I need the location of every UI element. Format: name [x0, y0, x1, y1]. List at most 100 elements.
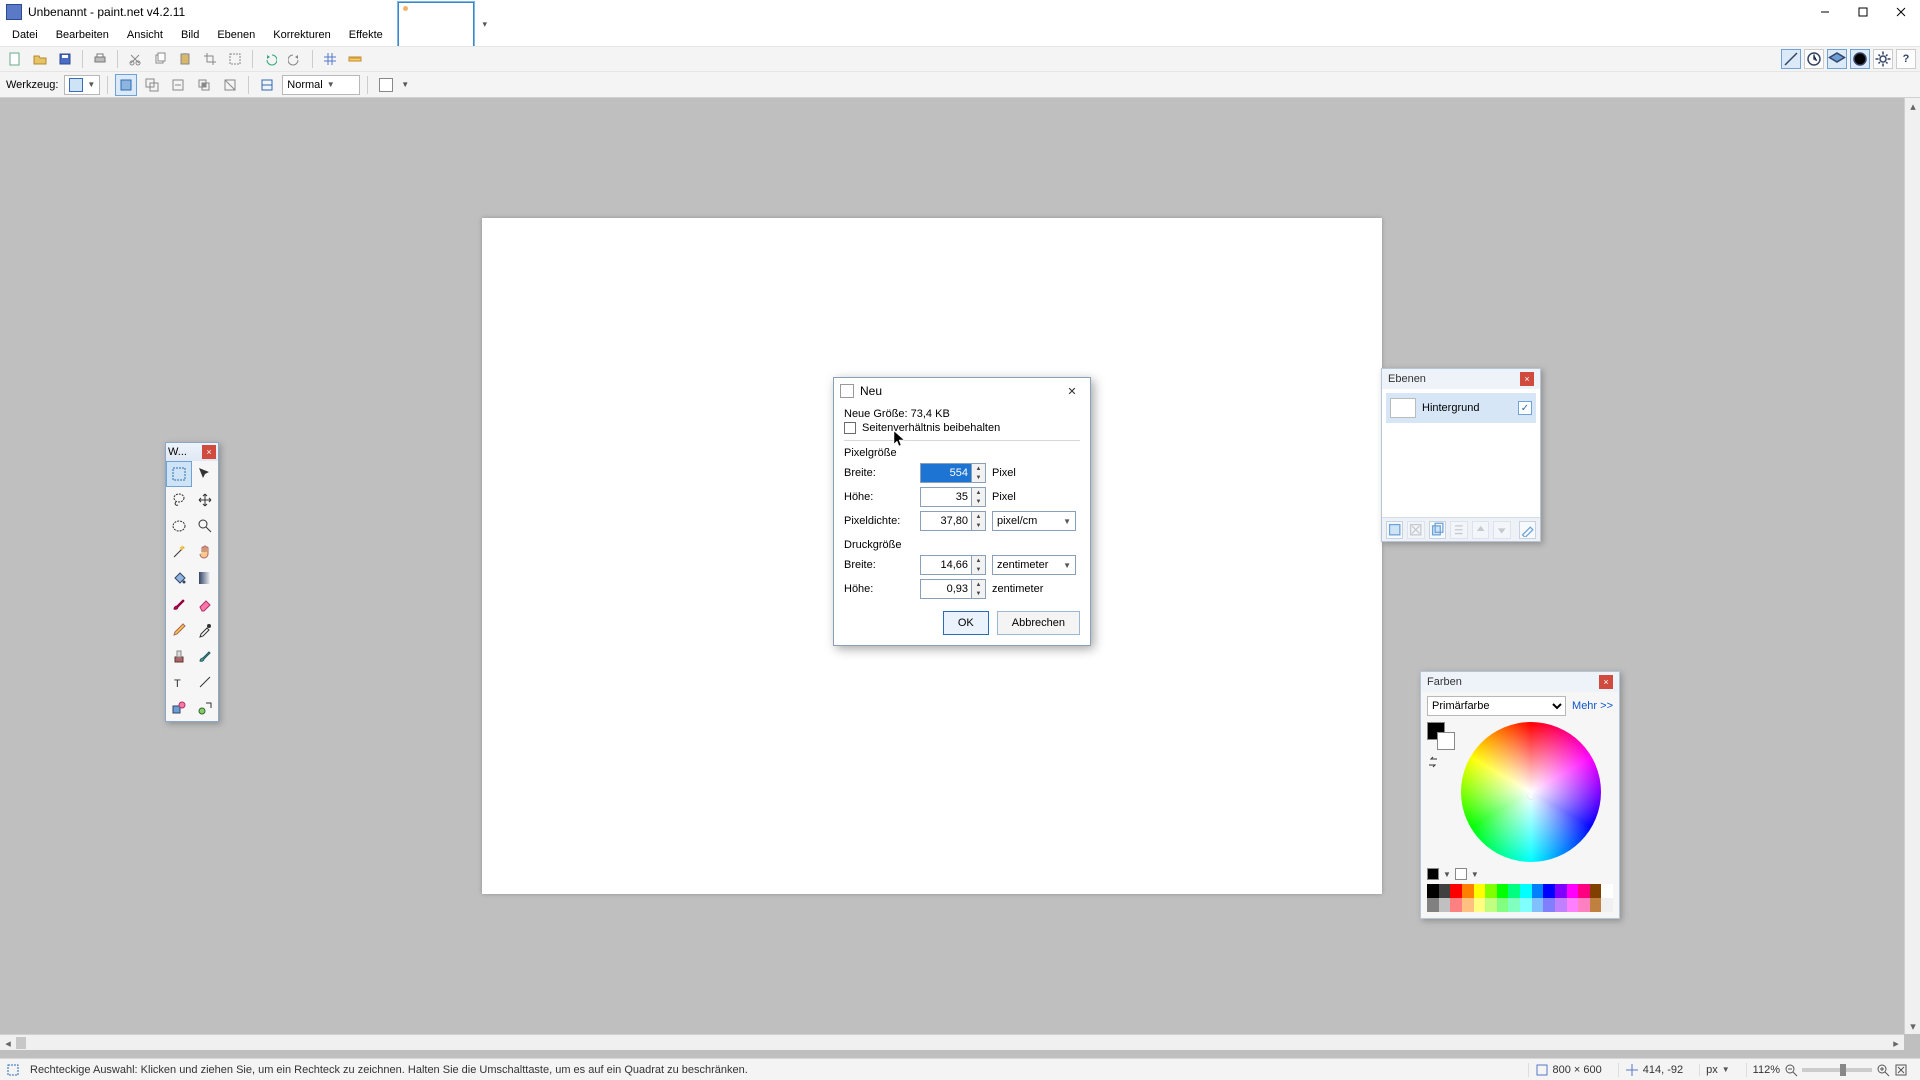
- color-mode-select[interactable]: Primärfarbe: [1427, 696, 1566, 716]
- close-button[interactable]: [1882, 1, 1920, 23]
- fill-swatch[interactable]: [375, 74, 397, 96]
- tool-fill[interactable]: [166, 565, 192, 591]
- cut-button[interactable]: [124, 48, 146, 70]
- palette-swatch[interactable]: [1462, 898, 1474, 912]
- settings-icon[interactable]: [1873, 49, 1893, 69]
- ok-button[interactable]: OK: [943, 611, 989, 635]
- palette-swatch[interactable]: [1520, 884, 1532, 898]
- colors-header[interactable]: Farben ×: [1421, 672, 1619, 692]
- palette-swatch[interactable]: [1497, 898, 1509, 912]
- palette-swatch[interactable]: [1555, 884, 1567, 898]
- menu-ansicht[interactable]: Ansicht: [119, 27, 171, 43]
- dialog-header[interactable]: Neu ✕: [834, 378, 1090, 404]
- palette-swatch[interactable]: [1578, 898, 1590, 912]
- vertical-scrollbar[interactable]: ▴ ▾: [1904, 98, 1920, 1034]
- mini-dropdown-icon[interactable]: ▼: [1443, 870, 1451, 879]
- tool-brush[interactable]: [166, 591, 192, 617]
- menu-ebenen[interactable]: Ebenen: [209, 27, 263, 43]
- scroll-left-icon[interactable]: ◂: [0, 1035, 16, 1051]
- tools-window-header[interactable]: W... ×: [166, 443, 218, 461]
- palette-swatch[interactable]: [1485, 898, 1497, 912]
- palette-swatch[interactable]: [1567, 898, 1579, 912]
- tool-shapes-extra[interactable]: [192, 695, 218, 721]
- scroll-up-icon[interactable]: ▴: [1905, 98, 1920, 114]
- menu-korrekturen[interactable]: Korrekturen: [265, 27, 338, 43]
- flood-mode-icon[interactable]: [256, 74, 278, 96]
- keep-ratio-row[interactable]: Seitenverhältnis beibehalten: [844, 422, 1080, 434]
- palette-swatch[interactable]: [1543, 898, 1555, 912]
- palette-swatch[interactable]: [1439, 898, 1451, 912]
- tool-rectangle-select[interactable]: [166, 461, 192, 487]
- redo-button[interactable]: [284, 48, 306, 70]
- maximize-button[interactable]: [1844, 1, 1882, 23]
- toggle-colors-icon[interactable]: [1850, 49, 1870, 69]
- cancel-button[interactable]: Abbrechen: [997, 611, 1080, 635]
- ruler-button[interactable]: [344, 48, 366, 70]
- tool-magic-wand[interactable]: [166, 539, 192, 565]
- colors-more-link[interactable]: Mehr >>: [1572, 700, 1613, 712]
- palette-swatch[interactable]: [1485, 884, 1497, 898]
- palette-swatch[interactable]: [1578, 884, 1590, 898]
- layer-down-icon[interactable]: [1493, 521, 1510, 539]
- px-width-input[interactable]: [920, 463, 972, 483]
- zoom-fit-icon[interactable]: [1894, 1063, 1908, 1077]
- layers-window[interactable]: Ebenen × Hintergrund: [1381, 368, 1541, 542]
- help-icon[interactable]: ?: [1896, 49, 1916, 69]
- status-unit[interactable]: px: [1706, 1064, 1718, 1076]
- palette-swatch[interactable]: [1508, 884, 1520, 898]
- print-button[interactable]: [89, 48, 111, 70]
- layers-close-icon[interactable]: ×: [1520, 372, 1534, 386]
- layer-delete-icon[interactable]: [1407, 521, 1424, 539]
- tool-text[interactable]: T: [166, 669, 192, 695]
- blend-mode-combo[interactable]: Normal▼: [282, 75, 360, 95]
- tool-color-picker[interactable]: [192, 617, 218, 643]
- keep-ratio-checkbox[interactable]: [844, 422, 856, 434]
- toggle-tools-icon[interactable]: [1781, 49, 1801, 69]
- zoom-in-icon[interactable]: [1876, 1063, 1890, 1077]
- palette-swatch[interactable]: [1439, 884, 1451, 898]
- palette-swatch[interactable]: [1427, 898, 1439, 912]
- tool-pan[interactable]: [192, 539, 218, 565]
- px-height-input[interactable]: [920, 487, 972, 507]
- px-height-spinner[interactable]: ▲▼: [972, 487, 986, 507]
- px-width-spinner[interactable]: ▲▼: [972, 463, 986, 483]
- print-width-spinner[interactable]: ▲▼: [972, 555, 986, 575]
- undo-button[interactable]: [259, 48, 281, 70]
- palette-swatch[interactable]: [1555, 898, 1567, 912]
- layer-up-icon[interactable]: [1472, 521, 1489, 539]
- tool-zoom[interactable]: [192, 513, 218, 539]
- minimize-button[interactable]: [1806, 1, 1844, 23]
- dpi-unit-combo[interactable]: pixel/cm▼: [992, 511, 1076, 531]
- zoom-out-icon[interactable]: [1784, 1063, 1798, 1077]
- palette-swatch[interactable]: [1520, 898, 1532, 912]
- grid-button[interactable]: [319, 48, 341, 70]
- palette-swatch[interactable]: [1497, 884, 1509, 898]
- menu-bearbeiten[interactable]: Bearbeiten: [48, 27, 117, 43]
- palette-swatch[interactable]: [1450, 884, 1462, 898]
- tool-eraser[interactable]: [192, 591, 218, 617]
- palette-swatch[interactable]: [1474, 898, 1486, 912]
- tool-gradient[interactable]: [192, 565, 218, 591]
- fill-swatch-dropdown-icon[interactable]: ▼: [401, 80, 409, 89]
- toggle-history-icon[interactable]: [1804, 49, 1824, 69]
- layer-visible-checkbox[interactable]: [1518, 401, 1532, 415]
- selection-replace-icon[interactable]: [115, 74, 137, 96]
- save-button[interactable]: [54, 48, 76, 70]
- dpi-spinner[interactable]: ▲▼: [972, 511, 986, 531]
- palette-swatch[interactable]: [1567, 884, 1579, 898]
- tool-move-selection[interactable]: [192, 461, 218, 487]
- scroll-down-icon[interactable]: ▾: [1905, 1018, 1920, 1034]
- tool-ellipse-select[interactable]: [166, 513, 192, 539]
- toggle-layers-icon[interactable]: [1827, 49, 1847, 69]
- open-button[interactable]: [29, 48, 51, 70]
- layer-row[interactable]: Hintergrund: [1386, 393, 1536, 423]
- swap-colors-icon[interactable]: [1427, 756, 1439, 768]
- palette-swatch[interactable]: [1601, 898, 1613, 912]
- palette-swatch[interactable]: [1462, 884, 1474, 898]
- print-width-input[interactable]: [920, 555, 972, 575]
- mini-dropdown-icon-2[interactable]: ▼: [1471, 870, 1479, 879]
- color-wheel[interactable]: [1461, 722, 1601, 862]
- tool-move-pixels[interactable]: [192, 487, 218, 513]
- selection-subtract-icon[interactable]: [167, 74, 189, 96]
- copy-button[interactable]: [149, 48, 171, 70]
